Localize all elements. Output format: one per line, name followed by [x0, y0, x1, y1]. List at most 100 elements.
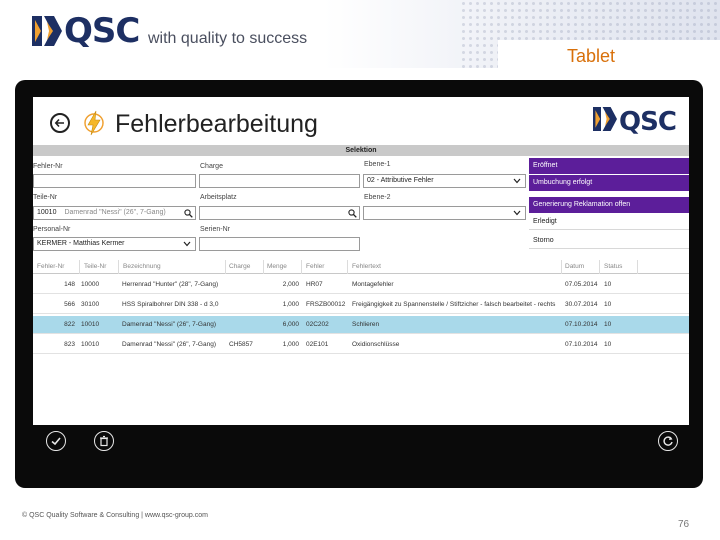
- column-separator: [225, 260, 226, 274]
- cell-status: 10: [604, 341, 612, 348]
- cell-bezeichnung: Damenrad "Nessi" (26", 7-Gang): [122, 341, 216, 348]
- cell-fehler: HR07: [306, 281, 323, 288]
- ebene2-select[interactable]: [363, 206, 526, 220]
- cell-fehlertext: Oxidionschlüsse: [352, 341, 400, 348]
- column-header[interactable]: Charge: [229, 263, 250, 270]
- column-header[interactable]: Status: [604, 263, 622, 270]
- arbeitsplatz-label: Arbeitsplatz: [200, 194, 237, 201]
- teile-nr-input[interactable]: 10010 Damenrad "Nessi" (26", 7-Gang): [33, 206, 196, 220]
- refresh-icon[interactable]: [658, 431, 678, 451]
- delete-icon[interactable]: [94, 431, 114, 451]
- cell-charge: CH5857: [229, 341, 253, 348]
- lightning-bolt-icon: [83, 110, 105, 141]
- device-label: Tablet: [567, 46, 616, 66]
- column-header[interactable]: Teile-Nr: [84, 263, 106, 270]
- cell-bezeichnung: Herrenrad "Hunter" (28", 7-Gang): [122, 281, 219, 288]
- status-filter-panel: Eröffnet Umbuchung erfolgt Generierung R…: [529, 156, 689, 256]
- app-qsc-logo: QSC: [593, 105, 677, 138]
- cell-status: 10: [604, 321, 612, 328]
- qsc-logo: QSC: [32, 11, 140, 51]
- arbeitsplatz-input[interactable]: [199, 206, 360, 220]
- ebene2-label: Ebene-2: [364, 194, 391, 201]
- column-header[interactable]: Bezeichnung: [123, 263, 161, 270]
- column-header[interactable]: Fehlertext: [352, 263, 381, 270]
- cell-menge: 1,000: [282, 341, 299, 348]
- status-option-erledigt[interactable]: Erledigt: [529, 214, 689, 230]
- cell-fehler: 02C202: [306, 321, 329, 328]
- column-separator: [301, 260, 302, 274]
- column-header[interactable]: Datum: [565, 263, 584, 270]
- cell-fehlertext: Freigängigkeit zu Spannenstelle / Stiftz…: [352, 301, 556, 308]
- serien-nr-label: Serien-Nr: [200, 226, 230, 233]
- qsc-logo-mark-icon: [32, 14, 62, 48]
- cell-datum: 07.10.2014: [565, 341, 598, 348]
- column-separator: [347, 260, 348, 274]
- logo-text: QSC: [619, 106, 677, 137]
- cell-menge: 6,000: [282, 321, 299, 328]
- cell-fehler-nr: 822: [64, 321, 75, 328]
- teile-nr-value: 10010: [37, 209, 57, 216]
- table-row-selected[interactable]: 822 10010 Damenrad "Nessi" (26", 7-Gang)…: [33, 316, 689, 334]
- logo-text: QSC: [64, 11, 140, 51]
- column-header[interactable]: Menge: [267, 263, 287, 270]
- table-row[interactable]: 566 30100 HSS Spiralbohrer DIN 338 - d 3…: [33, 296, 689, 314]
- table-row[interactable]: 823 10010 Damenrad "Nessi" (26", 7-Gang)…: [33, 336, 689, 354]
- ebene1-label: Ebene-1: [364, 161, 391, 168]
- selektion-bar: Selektion: [33, 145, 689, 156]
- column-separator: [637, 260, 638, 274]
- charge-input[interactable]: [199, 174, 360, 188]
- cell-datum: 07.10.2014: [565, 321, 598, 328]
- fehler-nr-input[interactable]: [33, 174, 196, 188]
- cell-fehlertext: Schlieren: [352, 321, 380, 328]
- cell-teile-nr: 10000: [81, 281, 100, 288]
- column-header[interactable]: Fehler-Nr: [37, 263, 64, 270]
- tagline: with quality to success: [148, 30, 308, 47]
- cell-teile-nr: 10010: [81, 341, 100, 348]
- slide-footer: © QSC Quality Software & Consulting | ww…: [22, 512, 208, 519]
- table-header: Fehler-Nr Teile-Nr Bezeichnung Charge Me…: [33, 260, 689, 274]
- cell-datum: 07.05.2014: [565, 281, 598, 288]
- fehler-nr-label: Fehler-Nr: [33, 163, 63, 170]
- column-separator: [263, 260, 264, 274]
- cell-menge: 2,000: [282, 281, 299, 288]
- serien-nr-input[interactable]: [199, 237, 360, 251]
- status-option-storno[interactable]: Storno: [529, 233, 689, 249]
- teile-nr-description: Damenrad "Nessi" (26", 7-Gang): [64, 209, 166, 216]
- column-header[interactable]: Fehler: [306, 263, 324, 270]
- personal-nr-select[interactable]: KERMER - Matthias Kermer: [33, 237, 196, 251]
- ebene1-select[interactable]: 02 - Attributive Fehler: [363, 174, 526, 188]
- status-option-eroeffnet[interactable]: Eröffnet: [529, 158, 689, 174]
- status-option-umbuchung[interactable]: Umbuchung erfolgt: [529, 175, 689, 191]
- cell-datum: 30.07.2014: [565, 301, 598, 308]
- column-separator: [599, 260, 600, 274]
- app-screen: Fehlerbearbeitung QSC Selektion Fehler-N…: [33, 97, 689, 425]
- ebene1-value: 02 - Attributive Fehler: [367, 177, 434, 184]
- teile-nr-label: Teile-Nr: [33, 194, 58, 201]
- cell-teile-nr: 30100: [81, 301, 100, 308]
- cell-fehler-nr: 823: [64, 341, 75, 348]
- column-separator: [561, 260, 562, 274]
- column-separator: [79, 260, 80, 274]
- chevron-down-icon: [513, 178, 521, 184]
- cell-fehler: FRSZB00012: [306, 301, 346, 308]
- cell-fehler-nr: 148: [64, 281, 75, 288]
- back-arrow-icon[interactable]: [50, 113, 70, 133]
- search-icon[interactable]: [184, 209, 193, 218]
- cell-fehler: 02E101: [306, 341, 329, 348]
- page-title: Fehlerbearbeitung: [115, 110, 318, 138]
- chevron-down-icon: [183, 241, 191, 247]
- page-number: 76: [678, 519, 690, 530]
- cell-fehlertext: Montagefehler: [352, 281, 394, 288]
- cell-bezeichnung: Damenrad "Nessi" (26", 7-Gang): [122, 321, 216, 328]
- check-icon[interactable]: [46, 431, 66, 451]
- qsc-logo-mark-icon: [593, 105, 617, 138]
- search-icon[interactable]: [348, 209, 357, 218]
- cell-fehler-nr: 566: [64, 301, 75, 308]
- charge-label: Charge: [200, 163, 223, 170]
- status-option-generierung[interactable]: Generierung Reklamation offen: [529, 197, 689, 213]
- cell-bezeichnung: HSS Spiralbohrer DIN 338 - d 3,0: [122, 301, 219, 308]
- column-separator: [118, 260, 119, 274]
- table-row[interactable]: 148 10000 Herrenrad "Hunter" (28", 7-Gan…: [33, 276, 689, 294]
- cell-menge: 1,000: [282, 301, 299, 308]
- cell-teile-nr: 10010: [81, 321, 100, 328]
